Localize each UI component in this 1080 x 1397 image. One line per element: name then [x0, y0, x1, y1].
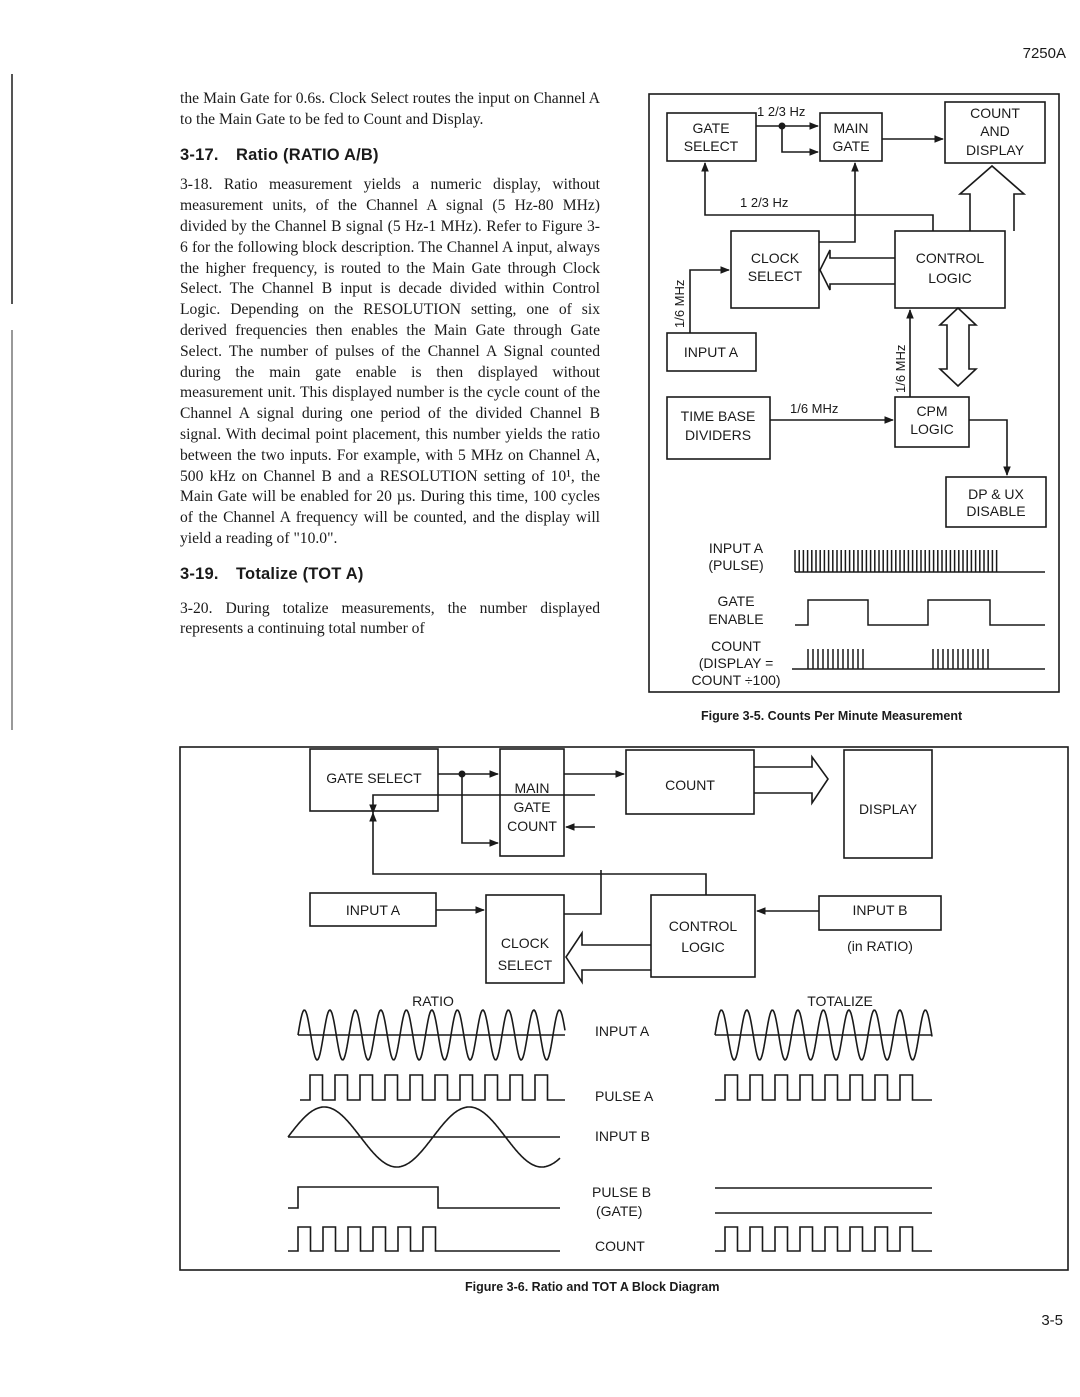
waveform-label: PULSE A — [595, 1088, 654, 1104]
wire — [781, 126, 819, 156]
totalize-pulse-a — [715, 1074, 932, 1101]
label: DISABLE — [966, 503, 1025, 519]
label: COUNT — [665, 777, 715, 793]
label: GATE — [832, 138, 869, 154]
figure-3-5-caption: Figure 3-5. Counts Per Minute Measuremen… — [701, 709, 963, 723]
section-number: 3-19. — [180, 564, 219, 583]
totalize-pulse-b-gate — [715, 1187, 932, 1214]
waveform-label: COUNT — [711, 638, 761, 654]
label: INPUT A — [346, 902, 401, 918]
junction-dot — [778, 122, 786, 130]
section-number: 3-17. — [180, 145, 219, 164]
ratio-input-b — [287, 1106, 561, 1168]
label: DISPLAY — [859, 801, 918, 817]
mode-label-totalize: TOTALIZE — [807, 993, 873, 1009]
label: COUNT — [970, 105, 1020, 121]
totalize-count — [715, 1226, 932, 1252]
section-heading-3-17: 3-17. Ratio (RATIO A/B) — [180, 145, 600, 166]
label: CPM — [916, 403, 947, 419]
paragraph-3-20: 3-20. During totalize measurements, the … — [180, 599, 600, 638]
waveform-label: (DISPLAY = — [699, 655, 774, 671]
ratio-input-a — [297, 1008, 566, 1062]
label: GATE SELECT — [326, 770, 422, 786]
bus-arrow — [819, 249, 895, 291]
freq-label: 1 2/3 Hz — [757, 104, 805, 119]
wire — [369, 794, 602, 867]
label: CONTROL — [916, 250, 985, 266]
figure-3-6-caption: Figure 3-6. Ratio and TOT A Block Diagra… — [465, 1280, 720, 1294]
section-heading-3-19: 3-19. Totalize (TOT A) — [180, 564, 600, 585]
figure-frame — [648, 93, 1060, 693]
label: CLOCK — [751, 250, 800, 266]
bus-arrow — [937, 306, 979, 388]
scan-edge — [11, 330, 13, 730]
label: SELECT — [748, 268, 803, 284]
page-number: 3-5 — [1041, 1312, 1063, 1329]
label: CLOCK — [501, 935, 550, 951]
bus-arrow — [754, 754, 829, 806]
bus-arrow — [957, 164, 1027, 231]
waveform-label: COUNT ÷100) — [691, 672, 780, 688]
label: INPUT A — [684, 344, 739, 360]
freq-label: 1/6 MHz — [893, 345, 908, 393]
label: LOGIC — [928, 270, 972, 286]
label: GATE — [692, 120, 729, 136]
freq-label: 1/6 MHz — [672, 280, 687, 328]
intro-paragraph: the Main Gate for 0.6s. Clock Select rou… — [180, 90, 600, 128]
section-title: Ratio (RATIO A/B) — [236, 145, 379, 164]
ratio-pulse-b-gate — [288, 1186, 560, 1209]
wire — [689, 266, 730, 333]
label: DP & UX — [968, 486, 1024, 502]
wire — [819, 162, 859, 243]
label: TIME BASE — [681, 408, 756, 424]
page-header-model: 7250A — [1022, 45, 1066, 62]
waveform-label: GATE — [717, 593, 754, 609]
label: MAIN — [834, 120, 869, 136]
waveform-gate-enable — [795, 599, 1045, 626]
ratio-pulse-a — [300, 1074, 565, 1101]
label: MAIN — [515, 780, 550, 796]
waveform-count — [792, 649, 1045, 670]
label: DIVIDERS — [685, 427, 751, 443]
wire — [969, 419, 1011, 476]
label: LOGIC — [681, 939, 725, 955]
waveform-label: INPUT B — [595, 1128, 650, 1144]
waveform-label: INPUT A — [709, 540, 764, 556]
label: LOGIC — [910, 421, 954, 437]
label: SELECT — [684, 138, 739, 154]
block-dp-ux — [945, 476, 1047, 528]
waveform-label: ENABLE — [708, 611, 763, 627]
input-b-note: (in RATIO) — [847, 938, 913, 954]
label: AND — [980, 123, 1010, 139]
waveform-label: PULSE B — [592, 1184, 651, 1200]
label: DISPLAY — [966, 142, 1025, 158]
figure-3-6-diagram: GATE SELECT MAIN GATE COUNT COUNT DISPLA… — [179, 746, 1069, 1271]
label: SELECT — [498, 957, 553, 973]
text-column: the Main Gate for 0.6s. Clock Select rou… — [180, 89, 600, 640]
label: COUNT — [507, 818, 557, 834]
totalize-input-a — [714, 1008, 933, 1062]
figure-3-5-diagram: GATE SELECT MAIN GATE COUNT AND DISPLAY … — [648, 93, 1060, 693]
freq-label: 1 2/3 Hz — [740, 195, 788, 210]
waveform-label: COUNT — [595, 1238, 645, 1254]
label: CONTROL — [669, 918, 738, 934]
paragraph-3-18: 3-18. Ratio measurement yields a numeric… — [180, 176, 600, 547]
waveform-label: (PULSE) — [708, 557, 763, 573]
mode-label-ratio: RATIO — [412, 993, 454, 1009]
waveform-input-a-pulse — [794, 550, 1045, 573]
scan-edge — [11, 74, 13, 304]
waveform-label: (GATE) — [596, 1203, 642, 1219]
waveform-label: INPUT A — [595, 1023, 650, 1039]
wire — [461, 774, 499, 847]
freq-label: 1/6 MHz — [790, 401, 838, 416]
bus-arrow — [565, 930, 651, 985]
junction-dot — [458, 770, 466, 778]
section-title: Totalize (TOT A) — [236, 564, 364, 583]
block-control-logic — [650, 894, 756, 978]
label: INPUT B — [853, 902, 908, 918]
ratio-count — [288, 1226, 560, 1252]
label: GATE — [513, 799, 550, 815]
